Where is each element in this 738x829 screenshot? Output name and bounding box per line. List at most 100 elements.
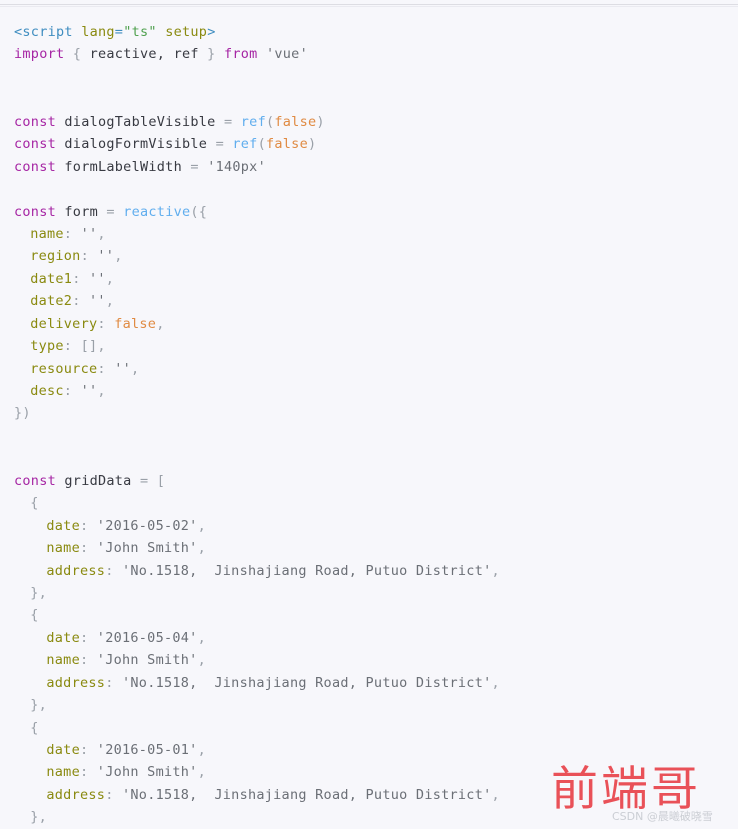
code-token-attr: lang [81,24,115,40]
code-token-punct: , [491,674,500,691]
code-token-punct: , [105,270,115,287]
code-line: resource: '', [0,358,738,380]
code-token-punct: , [197,540,206,557]
code-token-punct: : [63,383,73,399]
code-token-tag: = [114,24,124,40]
code-token-tag: <script [14,24,73,40]
code-token-prop: type [30,338,64,355]
code-token-punct: ( [257,136,266,153]
code-token-punct: , [105,293,115,310]
code-token-plain: reactive, ref [81,46,208,63]
code-token-str: '' [97,248,115,265]
code-token-prop: desc [30,383,64,399]
code-token-punct: , [114,248,123,265]
code-token-punct: , [197,517,206,534]
code-token-kw: const [14,203,56,220]
code-token-lit: false [274,113,317,130]
code-token-punct: { [30,719,39,736]
code-token-prop: address [46,674,106,691]
code-token-punct: : [63,338,73,355]
code-token-punct: [], [80,338,106,355]
code-line: const form = reactive({ [0,201,738,223]
code-token-tag: > [207,24,216,40]
code-line: const formLabelWidth = '140px' [0,156,738,178]
code-line: date: '2016-05-01', [0,739,738,761]
code-line: <script lang="ts" setup> [0,21,738,43]
code-token-punct: , [97,225,106,242]
code-token-punct: , [197,629,206,646]
code-line: { [0,492,738,514]
code-line: name: 'John Smith', [0,537,738,559]
code-line: date: '2016-05-04', [0,627,738,649]
code-token-str: '2016-05-01' [96,742,198,758]
code-token-str: '' [89,270,106,287]
code-token-plain: formLabelWidth [56,158,191,175]
code-token-prop: date2 [30,293,73,310]
code-line: region: '', [0,245,738,267]
code-token-prop: date1 [30,270,73,287]
code-token-punct: }) [14,405,31,422]
code-token-punct: ({ [190,203,208,220]
code-token-punct: ) [307,136,317,153]
code-token-punct: : [80,248,89,265]
code-token-lit: false [265,136,308,153]
code-line: const dialogFormVisible = ref(false) [0,133,738,155]
code-token-prop: date [46,742,80,758]
watermark-attribution: CSDN @晨曦破晓雪 [612,810,713,823]
code-token-str: '2016-05-02' [96,517,198,534]
code-token-str: '' [89,293,106,310]
code-token-kw: const [14,158,56,175]
code-token-punct: , [491,562,500,579]
code-token-punct: ) [316,113,325,130]
code-token-punct: , [197,742,206,758]
code-token-str: '140px' [207,158,266,175]
code-token-punct: { [30,607,39,624]
code-token-str: 'John Smith' [96,764,198,781]
code-token-str: 'No.1518, Jinshajiang Road, Putuo Distri… [122,786,492,803]
code-token-punct: = [190,158,199,175]
code-token-punct: : [105,786,114,803]
code-token-plain: gridData [56,472,140,489]
code-line: { [0,717,738,739]
code-token-str: '' [80,383,98,399]
code-token-punct: : [72,293,81,310]
code-line: type: [], [0,335,738,357]
code-token-plain: dialogTableVisible [56,113,224,130]
code-token-punct: }, [30,697,47,714]
code-token-punct: : [97,360,106,377]
code-token-punct: : [105,674,114,691]
code-token-punct: , [130,360,140,377]
code-block[interactable]: <script lang="ts" setup> import { reactiv… [0,13,738,829]
code-line: date2: '', [0,290,738,312]
watermark-text: 前端哥 [551,762,701,817]
code-token-prop: name [46,540,80,557]
code-token-punct: }, [30,584,47,601]
code-token-fn: reactive [123,203,191,220]
code-token-punct: : [105,562,114,579]
code-token-punct: : [63,225,73,242]
code-line: date: '2016-05-02', [0,515,738,537]
code-line: }, [0,582,738,604]
code-token-punct: } [207,46,216,63]
code-screenshot: <script lang="ts" setup> import { reactiv… [0,0,738,829]
